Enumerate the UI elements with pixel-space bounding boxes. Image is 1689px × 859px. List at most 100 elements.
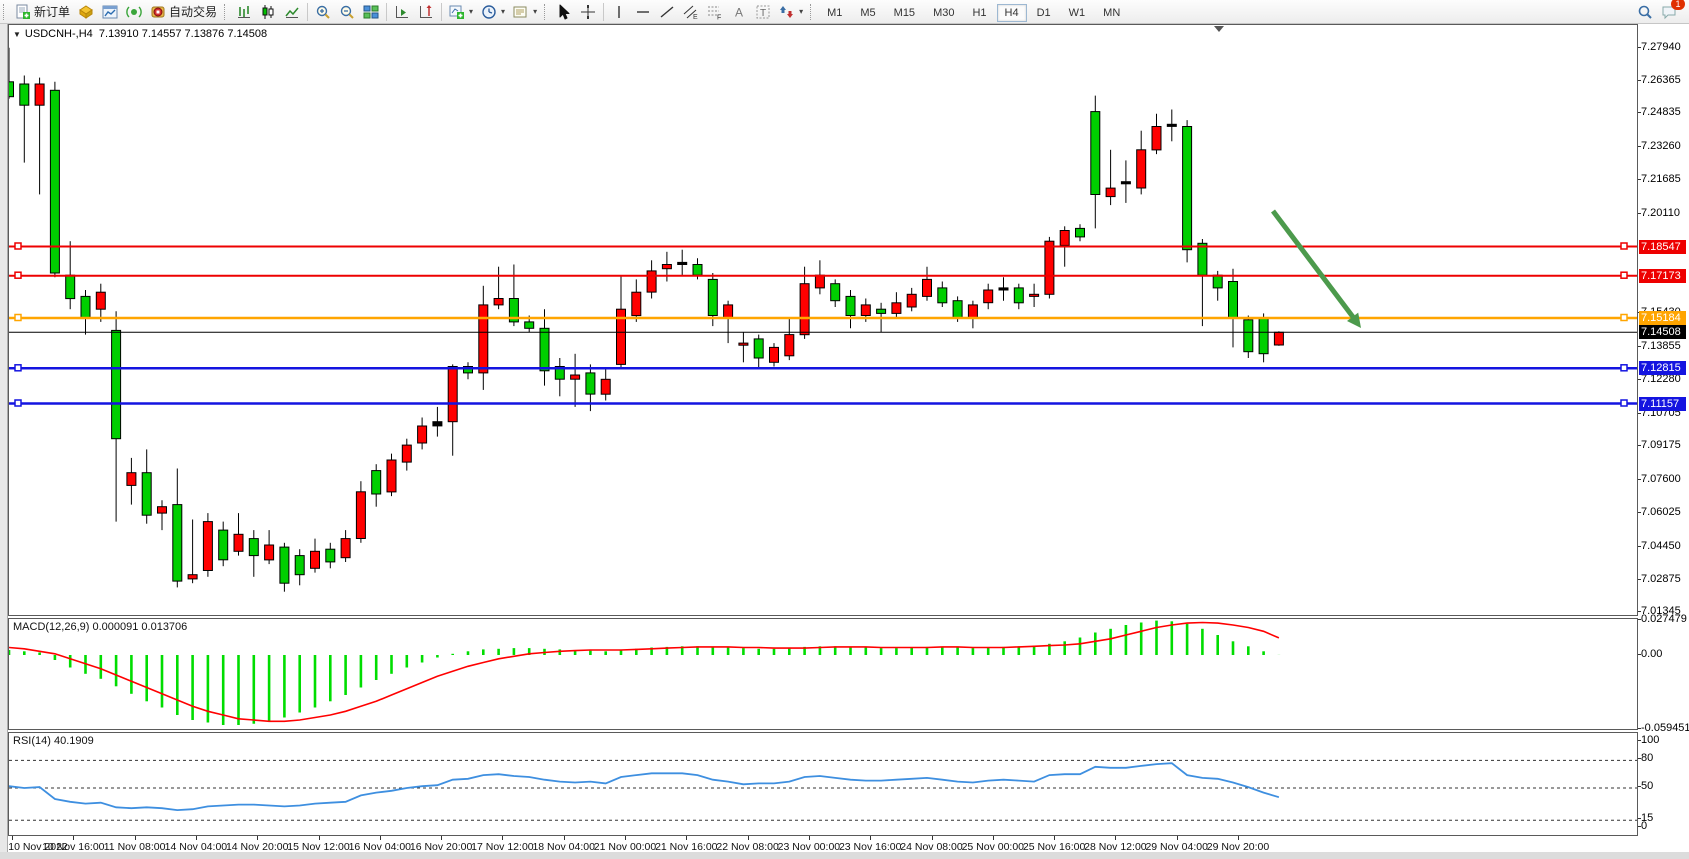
macd-label: MACD(12,26,9) 0.000091 0.013706 xyxy=(13,621,187,633)
text-label-icon: T xyxy=(755,4,771,20)
chart-shift-button[interactable] xyxy=(414,2,438,22)
chart-title: ▼USDCNH-,H4 7.13910 7.14557 7.13876 7.14… xyxy=(13,28,267,40)
timeframe-M1[interactable]: M1 xyxy=(819,4,850,22)
chart-window-button[interactable] xyxy=(98,2,122,22)
rsi-axis-label: 50 xyxy=(1641,780,1653,793)
rsi-axis-label: 100 xyxy=(1641,734,1659,747)
toolbar-separator xyxy=(307,3,308,21)
crosshair-tool-button[interactable] xyxy=(576,2,600,22)
auto-trading-button[interactable]: 自动交易 xyxy=(146,1,221,22)
auto-trading-icon xyxy=(150,4,166,20)
time-tick xyxy=(1177,836,1178,840)
chart-area: ▼USDCNH-,H4 7.13910 7.14557 7.13876 7.14… xyxy=(8,24,1638,852)
timeframe-M15[interactable]: M15 xyxy=(886,4,923,22)
chevron-down-icon: ▾ xyxy=(533,7,537,16)
trendline-tool-button[interactable] xyxy=(655,2,679,22)
macd-canvas[interactable] xyxy=(9,619,1637,729)
macd-panel[interactable]: MACD(12,26,9) 0.000091 0.013706 xyxy=(8,618,1638,730)
notification-badge: 1 xyxy=(1671,0,1685,10)
timeframe-M5[interactable]: M5 xyxy=(852,4,883,22)
fibonacci-tool-button[interactable]: F xyxy=(703,2,727,22)
chart-window-icon xyxy=(102,4,118,20)
timeframe-group: M1M5M15M30H1H4D1W1MN xyxy=(818,5,1129,19)
toolbar-grip xyxy=(224,4,228,20)
line-price-badge: 7.15184 xyxy=(1639,311,1686,325)
macd-axis-label: 0.027479 xyxy=(1641,613,1687,626)
timeframe-H1[interactable]: H1 xyxy=(964,4,994,22)
line-chart-icon xyxy=(284,4,300,20)
rsi-axis-label: 80 xyxy=(1641,752,1653,765)
chart-menu-arrow-icon[interactable]: ▼ xyxy=(13,30,21,39)
price-tick: 7.24835 xyxy=(1641,106,1681,119)
price-axis[interactable]: 7.279407.263657.248357.232607.216857.201… xyxy=(1638,24,1689,852)
templates-button[interactable]: ▾ xyxy=(509,2,541,22)
time-tick xyxy=(625,836,626,840)
zoom-out-button[interactable] xyxy=(335,2,359,22)
line-price-badge: 7.14508 xyxy=(1639,325,1686,339)
line-chart-mode-button[interactable] xyxy=(280,2,304,22)
auto-scroll-icon xyxy=(394,4,410,20)
signals-button[interactable] xyxy=(122,2,146,22)
timeframe-MN[interactable]: MN xyxy=(1095,4,1128,22)
arrows-tool-button[interactable]: ▾ xyxy=(775,2,807,22)
candlestick-canvas[interactable] xyxy=(9,25,1637,615)
time-tick xyxy=(1238,836,1239,840)
tile-windows-icon xyxy=(363,4,379,20)
toolbar-separator xyxy=(386,3,387,21)
new-order-icon xyxy=(15,4,31,20)
rsi-panel[interactable]: RSI(14) 40.1909 xyxy=(8,732,1638,836)
time-tick xyxy=(809,836,810,840)
time-tick xyxy=(73,836,74,840)
time-tick xyxy=(932,836,933,840)
zoom-in-button[interactable] xyxy=(311,2,335,22)
rsi-canvas[interactable] xyxy=(9,733,1637,835)
bar-chart-mode-button[interactable] xyxy=(232,2,256,22)
zoom-out-icon xyxy=(339,4,355,20)
time-tick xyxy=(319,836,320,840)
templates-icon xyxy=(513,4,529,20)
tile-windows-button[interactable] xyxy=(359,2,383,22)
trendline-icon xyxy=(659,4,675,20)
bottom-strip xyxy=(0,852,1689,859)
candlestick-mode-button[interactable] xyxy=(256,2,280,22)
timeframe-D1[interactable]: D1 xyxy=(1029,4,1059,22)
timeframe-M30[interactable]: M30 xyxy=(925,4,962,22)
cursor-tool-button[interactable] xyxy=(552,2,576,22)
search-button[interactable] xyxy=(1633,2,1657,22)
bar-chart-icon xyxy=(236,4,252,20)
time-tick xyxy=(1054,836,1055,840)
auto-scroll-button[interactable] xyxy=(390,2,414,22)
new-order-button[interactable]: 新订单 xyxy=(11,1,74,22)
main-chart-panel[interactable]: ▼USDCNH-,H4 7.13910 7.14557 7.13876 7.14… xyxy=(8,24,1638,616)
market-watch-button[interactable] xyxy=(74,2,98,22)
mt4-terminal-window: 新订单 自动交易 xyxy=(0,0,1689,859)
channel-tool-button[interactable]: E xyxy=(679,2,703,22)
price-tick: 7.13855 xyxy=(1641,340,1681,353)
text-tool-icon: A xyxy=(731,4,747,20)
text-label-tool-button[interactable]: T xyxy=(751,2,775,22)
price-tick: 7.20110 xyxy=(1641,207,1680,220)
signal-icon xyxy=(126,4,142,20)
toolbar-grip xyxy=(3,4,7,20)
chart-left-margin xyxy=(0,24,8,852)
line-price-badge: 7.17173 xyxy=(1639,269,1686,283)
svg-text:T: T xyxy=(760,8,766,19)
toolbar-grip xyxy=(810,4,814,20)
periods-button[interactable]: ▾ xyxy=(477,2,509,22)
price-tick: 7.02875 xyxy=(1641,573,1681,586)
notifications-button[interactable]: 1 xyxy=(1657,2,1681,22)
price-tick: 7.07600 xyxy=(1641,473,1681,486)
rsi-axis-label: 0 xyxy=(1641,820,1647,833)
svg-text:A: A xyxy=(735,5,743,19)
timeframe-H4[interactable]: H4 xyxy=(997,4,1027,22)
time-tick xyxy=(12,836,13,840)
svg-text:E: E xyxy=(693,14,698,20)
gold-box-icon xyxy=(78,4,94,20)
auto-trading-label: 自动交易 xyxy=(169,3,217,20)
new-chart-button[interactable]: ▾ xyxy=(445,2,477,22)
price-tick: 7.04450 xyxy=(1641,540,1681,553)
text-tool-button[interactable]: A xyxy=(727,2,751,22)
timeframe-W1[interactable]: W1 xyxy=(1061,4,1094,22)
horizontal-line-tool-button[interactable] xyxy=(631,2,655,22)
vertical-line-tool-button[interactable] xyxy=(607,2,631,22)
